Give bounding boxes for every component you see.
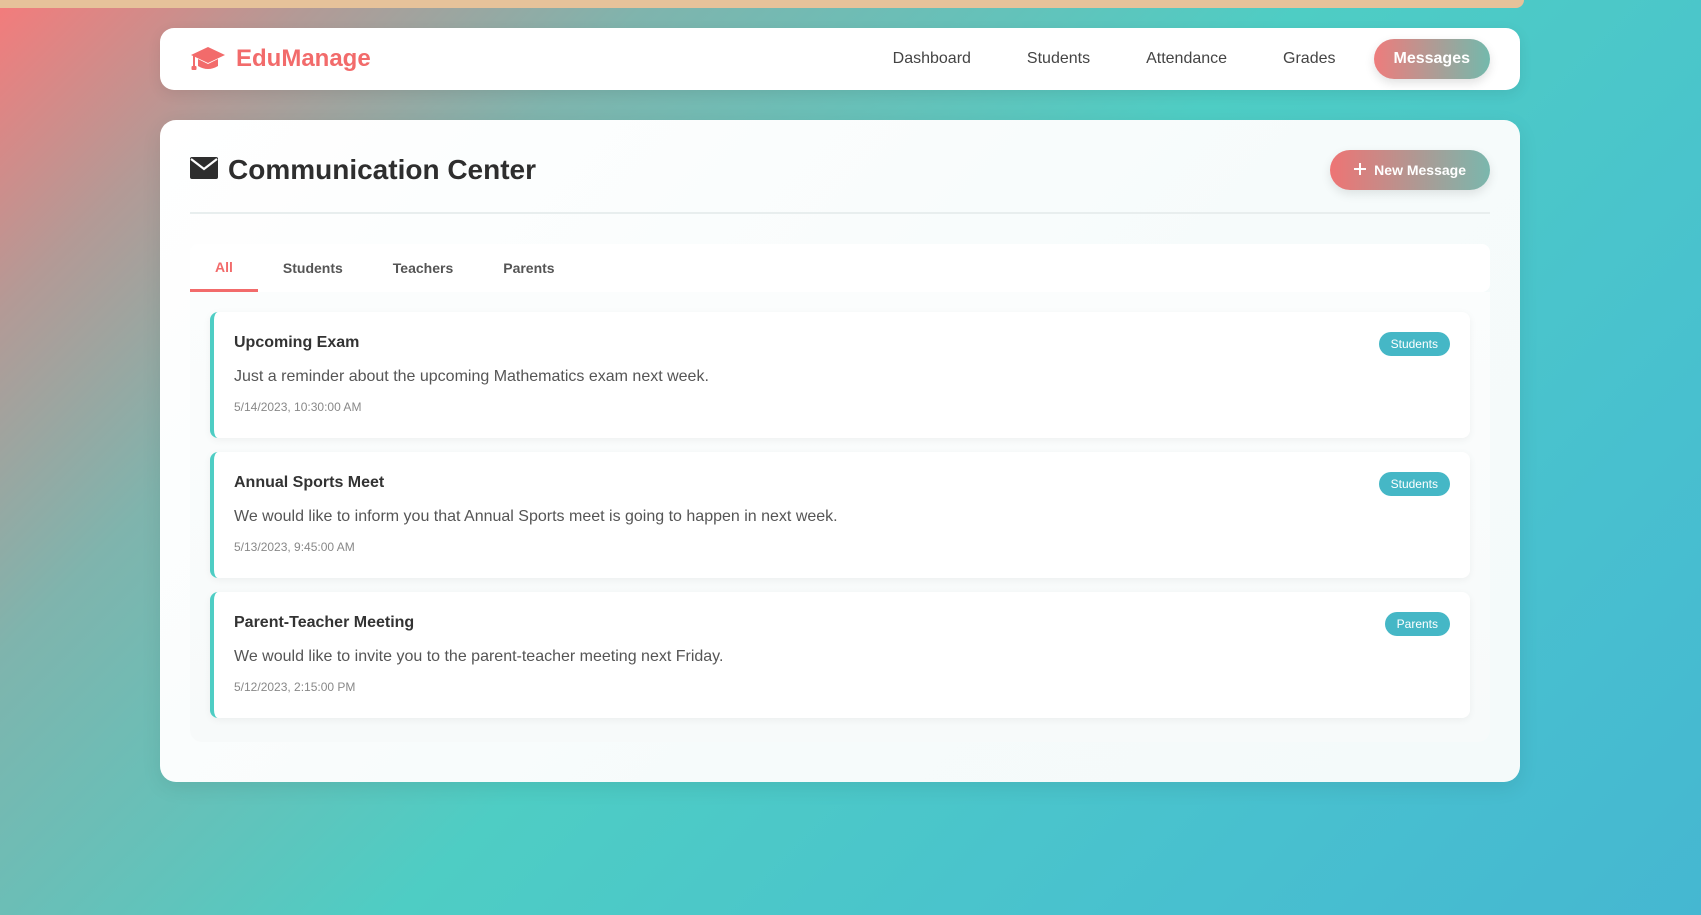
message-body: We would like to invite you to the paren…: [234, 648, 724, 665]
envelope-icon: [190, 156, 218, 184]
navbar: EduManage Dashboard Students Attendance …: [160, 28, 1520, 90]
nav-dashboard[interactable]: Dashboard: [875, 40, 989, 78]
card-header: Communication Center New Message: [190, 150, 1490, 214]
brand[interactable]: EduManage: [190, 45, 371, 73]
message-title: Upcoming Exam: [234, 334, 360, 351]
message-timestamp: 5/14/2023, 10:30:00 AM: [234, 400, 362, 414]
message-tabs: All Students Teachers Parents: [190, 244, 1490, 292]
message-timestamp: 5/13/2023, 9:45:00 AM: [234, 540, 355, 554]
message-body: Just a reminder about the upcoming Mathe…: [234, 368, 709, 385]
brand-name: EduManage: [236, 45, 371, 72]
nav-messages[interactable]: Messages: [1373, 39, 1490, 79]
page-title: Communication Center: [228, 154, 537, 185]
message-item[interactable]: Parent-Teacher Meeting We would like to …: [210, 592, 1470, 718]
tab-parents[interactable]: Parents: [478, 244, 579, 292]
message-title: Annual Sports Meet: [234, 474, 385, 491]
new-message-button[interactable]: New Message: [1330, 150, 1490, 190]
nav-attendance[interactable]: Attendance: [1128, 40, 1245, 78]
nav-grades[interactable]: Grades: [1265, 40, 1353, 78]
tab-all[interactable]: All: [190, 244, 258, 292]
graduation-cap-icon: [190, 45, 226, 73]
message-body: We would like to inform you that Annual …: [234, 508, 838, 525]
audience-badge: Students: [1378, 472, 1450, 496]
audience-badge: Students: [1378, 332, 1450, 356]
nav-links: Dashboard Students Attendance Grades Mes…: [867, 39, 1490, 79]
message-list: Upcoming Exam Just a reminder about the …: [190, 292, 1490, 742]
audience-badge: Parents: [1384, 612, 1450, 636]
message-title: Parent-Teacher Meeting: [234, 614, 415, 631]
page-title-group: Communication Center: [190, 154, 536, 186]
new-message-label: New Message: [1374, 162, 1466, 178]
communication-card: Communication Center New Message All Stu…: [160, 120, 1520, 782]
message-item[interactable]: Annual Sports Meet We would like to info…: [210, 452, 1470, 578]
message-timestamp: 5/12/2023, 2:15:00 PM: [234, 680, 356, 694]
tab-students[interactable]: Students: [258, 244, 368, 292]
message-item[interactable]: Upcoming Exam Just a reminder about the …: [210, 312, 1470, 438]
browser-top-strip: [0, 0, 1524, 8]
nav-students[interactable]: Students: [1009, 40, 1108, 78]
plus-icon: [1354, 162, 1367, 178]
tab-teachers[interactable]: Teachers: [368, 244, 478, 292]
